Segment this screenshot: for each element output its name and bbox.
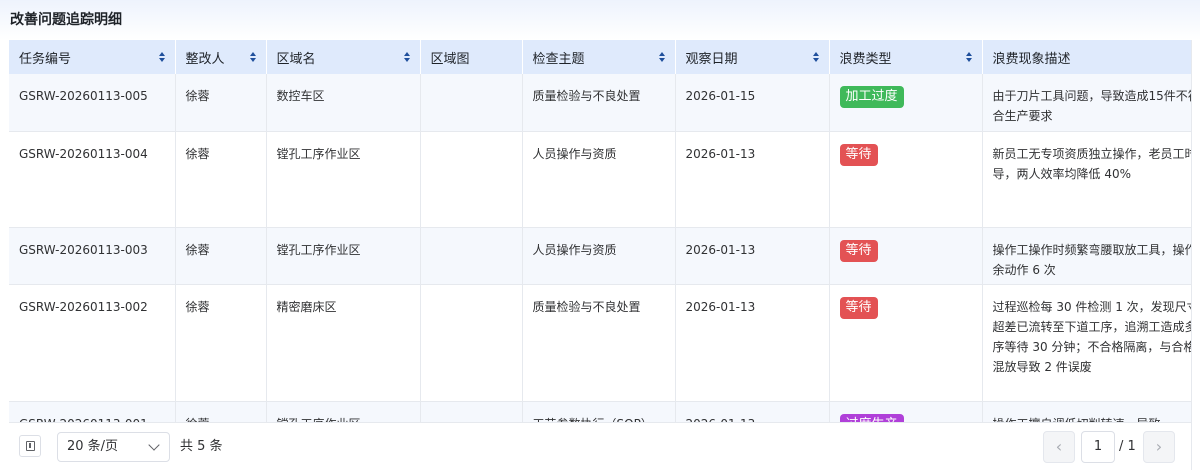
column-header-area[interactable]: 区域名 [266, 40, 421, 74]
cell-task-no: GSRW-20260113-003 [9, 227, 176, 285]
cell-description: 由于刀片工具问题，导致造成15件不符合生产要求 [982, 74, 1200, 132]
column-header-date[interactable]: 观察日期 [675, 40, 830, 74]
table-row[interactable]: GSRW-20260113-002 徐蓉 精密磨床区 质量检验与不良处置 202… [9, 284, 1200, 402]
panel-title: 改善问题追踪明细 [10, 12, 122, 28]
chevron-left-icon: ‹ [1055, 437, 1063, 456]
column-header-waste-type[interactable]: 浪费类型 [829, 40, 983, 74]
sort-icon[interactable] [658, 52, 666, 62]
prev-page-button[interactable]: ‹ [1043, 431, 1075, 463]
page-size-select[interactable]: 20 条/页 [57, 432, 170, 462]
table-header-row: 任务编号 整改人 区域名 区域图 检查主题 观察日期 浪费类型 浪费现象描述 [9, 40, 1200, 74]
cell-task-no: GSRW-20260113-002 [9, 284, 176, 402]
sort-icon[interactable] [812, 52, 820, 62]
cell-description: 过程巡检每 30 件检测 1 次，发现尺寸超差已流转至下道工序，追溯工造成多工序… [982, 284, 1200, 402]
sort-icon[interactable] [403, 52, 411, 62]
cell-topic: 质量检验与不良处置 [522, 74, 676, 132]
total-pages: / 1 [1119, 439, 1136, 454]
cell-owner: 徐蓉 [175, 227, 267, 285]
total-count: 共 5 条 [180, 439, 223, 454]
toggle-panel-button[interactable] [19, 435, 41, 457]
cell-description: 新员工无专项资质独立操作，老员工时指导，两人效率均降低 40% [982, 131, 1200, 228]
waste-type-badge: 等待 [839, 296, 878, 319]
waste-type-badge: 等待 [839, 143, 878, 166]
cell-task-no: GSRW-20260113-005 [9, 74, 176, 132]
cell-description: 操作工擅自调低切削转速，导致 [982, 401, 1200, 422]
column-header-area-image: 区域图 [420, 40, 523, 74]
cell-waste-type: 等待 [829, 131, 983, 228]
cell-owner: 徐蓉 [175, 284, 267, 402]
column-header-owner[interactable]: 整改人 [175, 40, 267, 74]
cell-date: 2026-01-15 [675, 74, 830, 132]
table-row[interactable]: GSRW-20260113-004 徐蓉 镗孔工序作业区 人员操作与资质 202… [9, 131, 1200, 228]
table-row[interactable]: GSRW-20260113-001 徐蓉 镗孔工序作业区 工艺参数执行（SOP）… [9, 401, 1200, 422]
cell-date: 2026-01-13 [675, 131, 830, 228]
column-header-task-no[interactable]: 任务编号 [9, 40, 176, 74]
horizontal-scroll-edge [1191, 40, 1200, 470]
cell-waste-type: 加工过度 [829, 74, 983, 132]
cell-area: 数控车区 [266, 74, 421, 132]
cell-description: 操作工操作时频繁弯腰取放工具，操作多余动作 6 次 [982, 227, 1200, 285]
column-header-description: 浪费现象描述 [982, 40, 1200, 74]
current-page-input[interactable]: 1 [1081, 431, 1115, 463]
cell-owner: 徐蓉 [175, 401, 267, 422]
cell-area: 镗孔工序作业区 [266, 227, 421, 285]
sidebar-toggle-icon [26, 441, 35, 451]
improvement-tracking-panel: 改善问题追踪明细 任务编号 整改人 区域名 区域图 检查主题 观察日期 浪费类型… [0, 0, 1200, 475]
cell-topic: 人员操作与资质 [522, 227, 676, 285]
cell-date: 2026-01-13 [675, 401, 830, 422]
chevron-down-icon [148, 439, 160, 451]
cell-task-no: GSRW-20260113-004 [9, 131, 176, 228]
sort-icon[interactable] [249, 52, 257, 62]
pagination-bar: 20 条/页 共 5 条 ‹ 1 / 1 › [9, 422, 1191, 469]
cell-area-image [420, 227, 523, 285]
cell-area-image [420, 131, 523, 228]
cell-topic: 工艺参数执行（SOP） [522, 401, 676, 422]
next-page-button[interactable]: › [1143, 431, 1175, 463]
tracking-table-container[interactable]: 任务编号 整改人 区域名 区域图 检查主题 观察日期 浪费类型 浪费现象描述 G… [9, 40, 1200, 422]
cell-area: 精密磨床区 [266, 284, 421, 402]
waste-type-badge: 等待 [839, 239, 878, 262]
cell-owner: 徐蓉 [175, 131, 267, 228]
waste-type-badge: 加工过度 [839, 86, 904, 108]
table-row[interactable]: GSRW-20260113-005 徐蓉 数控车区 质量检验与不良处置 2026… [9, 74, 1200, 132]
cell-waste-type: 等待 [829, 227, 983, 285]
cell-area-image [420, 284, 523, 402]
cell-date: 2026-01-13 [675, 227, 830, 285]
cell-topic: 质量检验与不良处置 [522, 284, 676, 402]
sort-icon[interactable] [965, 52, 973, 62]
cell-owner: 徐蓉 [175, 74, 267, 132]
cell-area: 镗孔工序作业区 [266, 131, 421, 228]
cell-task-no: GSRW-20260113-001 [9, 401, 176, 422]
cell-area: 镗孔工序作业区 [266, 401, 421, 422]
tracking-table: 任务编号 整改人 区域名 区域图 检查主题 观察日期 浪费类型 浪费现象描述 G… [9, 40, 1200, 422]
sort-icon[interactable] [158, 52, 166, 62]
cell-topic: 人员操作与资质 [522, 131, 676, 228]
waste-type-badge: 过度生产 [839, 413, 904, 422]
column-header-topic[interactable]: 检查主题 [522, 40, 676, 74]
cell-date: 2026-01-13 [675, 284, 830, 402]
cell-area-image [420, 74, 523, 132]
cell-waste-type: 过度生产 [829, 401, 983, 422]
table-row[interactable]: GSRW-20260113-003 徐蓉 镗孔工序作业区 人员操作与资质 202… [9, 227, 1200, 285]
cell-waste-type: 等待 [829, 284, 983, 402]
chevron-right-icon: › [1155, 437, 1163, 456]
cell-area-image [420, 401, 523, 422]
